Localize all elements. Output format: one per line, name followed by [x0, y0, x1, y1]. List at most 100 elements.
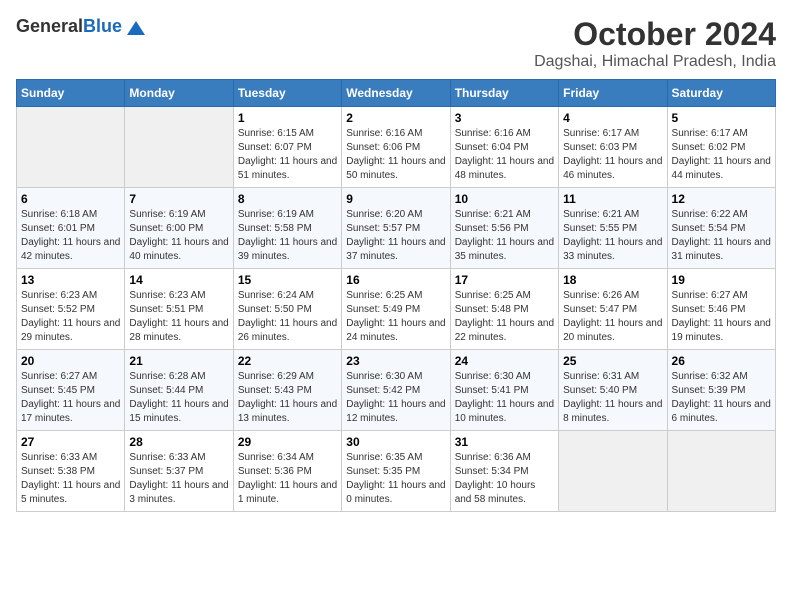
calendar-cell: 3 Sunrise: 6:16 AMSunset: 6:04 PMDaylight…: [450, 107, 558, 188]
day-number: 2: [346, 111, 445, 125]
calendar-cell: [559, 431, 667, 512]
day-number: 9: [346, 192, 445, 206]
day-info: Sunrise: 6:28 AMSunset: 5:44 PMDaylight:…: [129, 370, 228, 426]
day-info: Sunrise: 6:33 AMSunset: 5:38 PMDaylight:…: [21, 451, 120, 507]
day-number: 17: [455, 273, 554, 287]
day-info: Sunrise: 6:16 AMSunset: 6:04 PMDaylight:…: [455, 127, 554, 183]
day-info: Sunrise: 6:34 AMSunset: 5:36 PMDaylight:…: [238, 451, 337, 507]
calendar-cell: 7 Sunrise: 6:19 AMSunset: 6:00 PMDaylight…: [125, 188, 233, 269]
day-number: 19: [672, 273, 771, 287]
calendar-cell: 31 Sunrise: 6:36 AMSunset: 5:34 PMDayligh…: [450, 431, 558, 512]
day-number: 25: [563, 354, 662, 368]
calendar-cell: 18 Sunrise: 6:26 AMSunset: 5:47 PMDayligh…: [559, 269, 667, 350]
weekday-header: Sunday: [17, 80, 125, 107]
day-number: 28: [129, 435, 228, 449]
calendar-table: SundayMondayTuesdayWednesdayThursdayFrid…: [16, 79, 776, 512]
weekday-header: Saturday: [667, 80, 775, 107]
weekday-header: Thursday: [450, 80, 558, 107]
day-info: Sunrise: 6:25 AMSunset: 5:49 PMDaylight:…: [346, 289, 445, 345]
day-number: 1: [238, 111, 337, 125]
calendar-cell: 1 Sunrise: 6:15 AMSunset: 6:07 PMDaylight…: [233, 107, 341, 188]
logo: GeneralBlue: [16, 16, 145, 37]
calendar-cell: 23Sunrise: 6:30 AMSunset: 5:42 PMDayligh…: [342, 350, 450, 431]
day-info: Sunrise: 6:17 AMSunset: 6:03 PMDaylight:…: [563, 127, 662, 183]
day-number: 8: [238, 192, 337, 206]
calendar-week-row: 6 Sunrise: 6:18 AMSunset: 6:01 PMDaylight…: [17, 188, 776, 269]
day-info: Sunrise: 6:36 AMSunset: 5:34 PMDaylight:…: [455, 451, 554, 507]
calendar-week-row: 27 Sunrise: 6:33 AMSunset: 5:38 PMDayligh…: [17, 431, 776, 512]
day-number: 15: [238, 273, 337, 287]
calendar-cell: 14Sunrise: 6:23 AMSunset: 5:51 PMDayligh…: [125, 269, 233, 350]
day-info: Sunrise: 6:20 AMSunset: 5:57 PMDaylight:…: [346, 208, 445, 264]
calendar-cell: 9 Sunrise: 6:20 AMSunset: 5:57 PMDaylight…: [342, 188, 450, 269]
calendar-cell: [667, 431, 775, 512]
day-number: 13: [21, 273, 120, 287]
day-info: Sunrise: 6:25 AMSunset: 5:48 PMDaylight:…: [455, 289, 554, 345]
calendar-cell: 29Sunrise: 6:34 AMSunset: 5:36 PMDayligh…: [233, 431, 341, 512]
day-number: 16: [346, 273, 445, 287]
weekday-header: Monday: [125, 80, 233, 107]
day-number: 5: [672, 111, 771, 125]
day-info: Sunrise: 6:35 AMSunset: 5:35 PMDaylight:…: [346, 451, 445, 507]
calendar-week-row: 1 Sunrise: 6:15 AMSunset: 6:07 PMDaylight…: [17, 107, 776, 188]
day-number: 21: [129, 354, 228, 368]
day-number: 4: [563, 111, 662, 125]
calendar-cell: 15 Sunrise: 6:24 AMSunset: 5:50 PMDayligh…: [233, 269, 341, 350]
calendar-cell: 26Sunrise: 6:32 AMSunset: 5:39 PMDayligh…: [667, 350, 775, 431]
calendar-cell: 4 Sunrise: 6:17 AMSunset: 6:03 PMDaylight…: [559, 107, 667, 188]
day-info: Sunrise: 6:23 AMSunset: 5:52 PMDaylight:…: [21, 289, 120, 345]
calendar-cell: 21 Sunrise: 6:28 AMSunset: 5:44 PMDayligh…: [125, 350, 233, 431]
calendar-cell: 6 Sunrise: 6:18 AMSunset: 6:01 PMDaylight…: [17, 188, 125, 269]
day-info: Sunrise: 6:17 AMSunset: 6:02 PMDaylight:…: [672, 127, 771, 183]
calendar-cell: 12Sunrise: 6:22 AMSunset: 5:54 PMDayligh…: [667, 188, 775, 269]
day-number: 24: [455, 354, 554, 368]
day-number: 30: [346, 435, 445, 449]
day-info: Sunrise: 6:31 AMSunset: 5:40 PMDaylight:…: [563, 370, 662, 426]
logo-icon: [127, 21, 145, 35]
day-info: Sunrise: 6:16 AMSunset: 6:06 PMDaylight:…: [346, 127, 445, 183]
day-number: 27: [21, 435, 120, 449]
logo-text: GeneralBlue: [16, 16, 145, 37]
day-number: 20: [21, 354, 120, 368]
calendar-cell: 8Sunrise: 6:19 AMSunset: 5:58 PMDaylight…: [233, 188, 341, 269]
calendar-week-row: 13 Sunrise: 6:23 AMSunset: 5:52 PMDayligh…: [17, 269, 776, 350]
calendar-cell: [125, 107, 233, 188]
calendar-cell: 19 Sunrise: 6:27 AMSunset: 5:46 PMDayligh…: [667, 269, 775, 350]
day-number: 6: [21, 192, 120, 206]
calendar-cell: [17, 107, 125, 188]
day-info: Sunrise: 6:33 AMSunset: 5:37 PMDaylight:…: [129, 451, 228, 507]
day-info: Sunrise: 6:21 AMSunset: 5:55 PMDaylight:…: [563, 208, 662, 264]
day-info: Sunrise: 6:27 AMSunset: 5:46 PMDaylight:…: [672, 289, 771, 345]
day-number: 10: [455, 192, 554, 206]
logo-general: General: [16, 16, 83, 36]
month-title: October 2024: [534, 16, 776, 53]
weekday-header: Tuesday: [233, 80, 341, 107]
day-number: 22: [238, 354, 337, 368]
day-info: Sunrise: 6:21 AMSunset: 5:56 PMDaylight:…: [455, 208, 554, 264]
weekday-header-row: SundayMondayTuesdayWednesdayThursdayFrid…: [17, 80, 776, 107]
weekday-header: Friday: [559, 80, 667, 107]
day-number: 31: [455, 435, 554, 449]
calendar-cell: 24Sunrise: 6:30 AMSunset: 5:41 PMDayligh…: [450, 350, 558, 431]
day-info: Sunrise: 6:22 AMSunset: 5:54 PMDaylight:…: [672, 208, 771, 264]
day-info: Sunrise: 6:27 AMSunset: 5:45 PMDaylight:…: [21, 370, 120, 426]
calendar-cell: 10 Sunrise: 6:21 AMSunset: 5:56 PMDayligh…: [450, 188, 558, 269]
calendar-cell: 2 Sunrise: 6:16 AMSunset: 6:06 PMDaylight…: [342, 107, 450, 188]
calendar-cell: 25 Sunrise: 6:31 AMSunset: 5:40 PMDayligh…: [559, 350, 667, 431]
day-info: Sunrise: 6:18 AMSunset: 6:01 PMDaylight:…: [21, 208, 120, 264]
calendar-cell: 17 Sunrise: 6:25 AMSunset: 5:48 PMDayligh…: [450, 269, 558, 350]
day-info: Sunrise: 6:19 AMSunset: 6:00 PMDaylight:…: [129, 208, 228, 264]
day-info: Sunrise: 6:15 AMSunset: 6:07 PMDaylight:…: [238, 127, 337, 183]
calendar-cell: 20 Sunrise: 6:27 AMSunset: 5:45 PMDayligh…: [17, 350, 125, 431]
calendar-cell: 16 Sunrise: 6:25 AMSunset: 5:49 PMDayligh…: [342, 269, 450, 350]
day-number: 11: [563, 192, 662, 206]
calendar-cell: 13 Sunrise: 6:23 AMSunset: 5:52 PMDayligh…: [17, 269, 125, 350]
day-info: Sunrise: 6:26 AMSunset: 5:47 PMDaylight:…: [563, 289, 662, 345]
day-info: Sunrise: 6:24 AMSunset: 5:50 PMDaylight:…: [238, 289, 337, 345]
calendar-cell: 27 Sunrise: 6:33 AMSunset: 5:38 PMDayligh…: [17, 431, 125, 512]
day-number: 7: [129, 192, 228, 206]
calendar-cell: 22Sunrise: 6:29 AMSunset: 5:43 PMDayligh…: [233, 350, 341, 431]
day-number: 18: [563, 273, 662, 287]
day-info: Sunrise: 6:32 AMSunset: 5:39 PMDaylight:…: [672, 370, 771, 426]
day-number: 3: [455, 111, 554, 125]
